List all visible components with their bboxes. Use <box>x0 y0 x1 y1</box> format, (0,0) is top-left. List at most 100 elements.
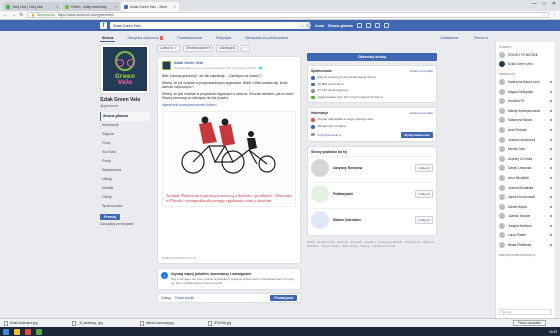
profile-picture[interactable]: Green Velo <box>100 44 150 94</box>
chat-contact-item[interactable]: Artur Michalski <box>496 173 555 183</box>
show-all-downloads-button[interactable]: Pokaż wszystkie <box>512 320 546 326</box>
like-page-button[interactable]: Lubię to! <box>415 216 433 225</box>
close-tab-icon[interactable]: × <box>56 5 58 9</box>
nav-posts[interactable]: Posty <box>100 157 150 166</box>
similar-page-item[interactable]: Miasto Ostrowiec Lubię to! <box>311 207 433 232</box>
share-button[interactable]: Udostępnij <box>216 44 238 52</box>
forward-icon[interactable]: → <box>11 12 16 18</box>
help-icon[interactable] <box>383 23 389 28</box>
similar-page-name[interactable]: Podkarpacie <box>333 192 353 196</box>
tab-settings[interactable]: Ustawienia <box>438 35 460 41</box>
nav-events[interactable]: Wydarzenia <box>100 166 150 175</box>
chat-contact-item[interactable]: Andrzej Ch Hoffa <box>496 154 555 164</box>
download-item[interactable]: Szlaki dziecięce.jpg <box>4 320 66 327</box>
chat-contact-item[interactable]: Daniel Wojcic <box>496 202 555 212</box>
browser-tab[interactable]: Green - sklep rowerowy × <box>62 2 120 11</box>
chat-contact-item[interactable]: Michał Gara <box>496 144 555 154</box>
facebook-search-input[interactable]: Szlak Green Velo ⌕ <box>110 22 310 29</box>
nav-home[interactable]: Strona główna <box>100 112 150 121</box>
maximize-icon[interactable]: □ <box>543 1 546 7</box>
see-all-link[interactable]: Zobacz wszystkie <box>409 111 433 115</box>
chat-contact-item[interactable]: Justyna Naleśna <box>496 221 555 231</box>
chrome-icon[interactable] <box>25 328 31 335</box>
page-name[interactable]: Szlak Green Velo <box>100 97 150 103</box>
chat-contact-item[interactable]: Beata Piekarska <box>496 240 555 250</box>
chat-contact-item[interactable]: Jacek Kruczkowski <box>496 192 555 202</box>
chat-contact-item[interactable]: Joanna Bustalska <box>496 183 555 193</box>
view-results-link[interactable]: Pokaż wyniki <box>175 296 194 300</box>
community-row[interactable]: Agata Solska oraz 107 innych znajomych l… <box>311 95 433 100</box>
back-icon[interactable]: ← <box>3 12 8 18</box>
reload-icon[interactable]: ↻ <box>19 12 24 18</box>
explorer-icon[interactable] <box>14 328 20 335</box>
home-link[interactable]: Strona główna <box>328 24 353 28</box>
follow-page-button[interactable]: Obserwuj stronę <box>307 53 437 61</box>
friends-icon[interactable] <box>356 23 362 28</box>
manage-promotions-link[interactable]: Zarządzaj promocjami <box>100 222 150 226</box>
nav-services[interactable]: Usługi <box>100 175 150 184</box>
user-name-link[interactable]: Anna <box>315 24 324 28</box>
see-all-link[interactable]: Zobacz wszystkie <box>409 69 433 73</box>
liked-button[interactable]: Lubisz to ✓ <box>157 44 180 52</box>
download-item[interactable]: dzieci-rowerowy.jpg <box>140 320 202 327</box>
menu-icon[interactable]: ⋮ <box>552 12 557 18</box>
nav-offers[interactable]: Oferty <box>100 193 150 202</box>
tab-publishing-tools[interactable]: Narzędzia do publikowania <box>243 35 290 41</box>
tab-notifications[interactable]: Powiadomienia <box>175 35 203 41</box>
post-author-avatar[interactable] <box>162 61 171 70</box>
more-actions-button[interactable]: ··· <box>240 44 251 52</box>
user-avatar[interactable] <box>306 23 311 28</box>
similar-page-item[interactable]: Podkarpacie Lubię to! <box>311 181 433 206</box>
similar-page-item[interactable]: Aktywny Rzeszów Lubię to! <box>311 155 433 180</box>
post-hashtags[interactable]: #greenvelo #naszymrowerem #dzieci <box>162 103 296 108</box>
chat-contact-item[interactable]: Daniel Leszczak <box>496 164 555 174</box>
chat-search-input[interactable]: Szukaj <box>499 309 552 315</box>
nav-videos[interactable]: Filmy <box>100 139 150 148</box>
download-item[interactable]: IP3115A.jpg <box>208 320 270 327</box>
promote-button[interactable]: Promuj <box>100 214 120 220</box>
minimize-icon[interactable]: — <box>532 1 537 7</box>
following-button[interactable]: Obserwowanie ▾ <box>182 44 214 52</box>
chat-contact-item[interactable]: Karolina Pa <box>496 96 555 106</box>
chat-page-item[interactable]: SZKOŁY RYNKOWE <box>496 50 555 60</box>
chat-contact-item[interactable]: Joanna Kaczmarek <box>496 135 555 145</box>
similar-page-name[interactable]: Aktywny Rzeszów <box>333 166 362 170</box>
chat-contact-item[interactable]: Magda Delegacja <box>496 87 555 97</box>
chat-contact-item[interactable]: Katarzyna Baran-Lech <box>496 77 555 87</box>
footer-links[interactable]: Polski · English (US) · Deutsch · Русски… <box>307 240 437 248</box>
chat-contact-item[interactable]: Joanna Tarczan <box>496 212 555 222</box>
community-row[interactable]: Zaproś znajomych do polubienia tej Stron… <box>311 75 433 80</box>
chat-contact-item[interactable]: Katarzyna Wydra <box>496 116 555 126</box>
download-item[interactable]: _6_szlakowy...jpg <box>72 320 134 327</box>
url-input[interactable]: 🔒 Bezpieczna https://www.facebook.com/gr… <box>27 12 549 18</box>
page-handle[interactable]: @greenvelo <box>100 104 150 108</box>
chat-contact-item[interactable]: Maciej Szczepanowski <box>496 106 555 116</box>
bookmark-star-icon[interactable]: ☆ <box>542 13 545 17</box>
like-page-button[interactable]: Lubię to! <box>415 190 433 199</box>
close-window-icon[interactable]: ✕ <box>552 1 556 7</box>
browser-tab-active[interactable]: Szlak Green Velo - Stron × <box>121 2 179 11</box>
nav-about[interactable]: Informacje <box>100 121 150 130</box>
post-link-title[interactable]: Artykuł: Podróż na wyprawę rowerową z dz… <box>166 193 292 203</box>
browser-tab[interactable]: Twoj Link | Twoj Link × <box>3 2 61 11</box>
post-author-name[interactable]: Szlak Green Velo <box>174 61 262 65</box>
notifications-icon[interactable] <box>374 23 380 28</box>
nav-notes[interactable]: Notatki <box>100 184 150 193</box>
tab-help[interactable]: Pomoc ▾ <box>472 35 490 41</box>
start-icon[interactable] <box>3 328 9 335</box>
close-tab-icon[interactable]: × <box>174 5 176 9</box>
chat-contact-item[interactable]: Ania Pietrzak <box>496 125 555 135</box>
facebook-logo-icon[interactable]: f <box>100 22 107 29</box>
website-link[interactable]: http://greenvelo.pl <box>318 133 342 137</box>
tab-inbox[interactable]: Skrzynka odbiorcza 3 <box>125 35 165 41</box>
similar-page-name[interactable]: Miasto Ostrowiec <box>333 218 361 222</box>
tab-page[interactable]: Strona <box>100 35 116 42</box>
send-message-button[interactable]: Wyślij wiadomość <box>401 131 433 138</box>
app-icon[interactable] <box>36 328 42 335</box>
nav-community[interactable]: Społeczność <box>100 202 150 211</box>
nav-youtube[interactable]: YouTube <box>100 148 150 157</box>
post-link-preview[interactable]: Artykuł: Podróż na wyprawę rowerową z dz… <box>162 110 296 207</box>
chat-contact-item[interactable]: Laura Pasek <box>496 231 555 241</box>
boost-post-button[interactable]: Promuj post <box>270 295 297 301</box>
close-tab-icon[interactable]: × <box>115 5 117 9</box>
